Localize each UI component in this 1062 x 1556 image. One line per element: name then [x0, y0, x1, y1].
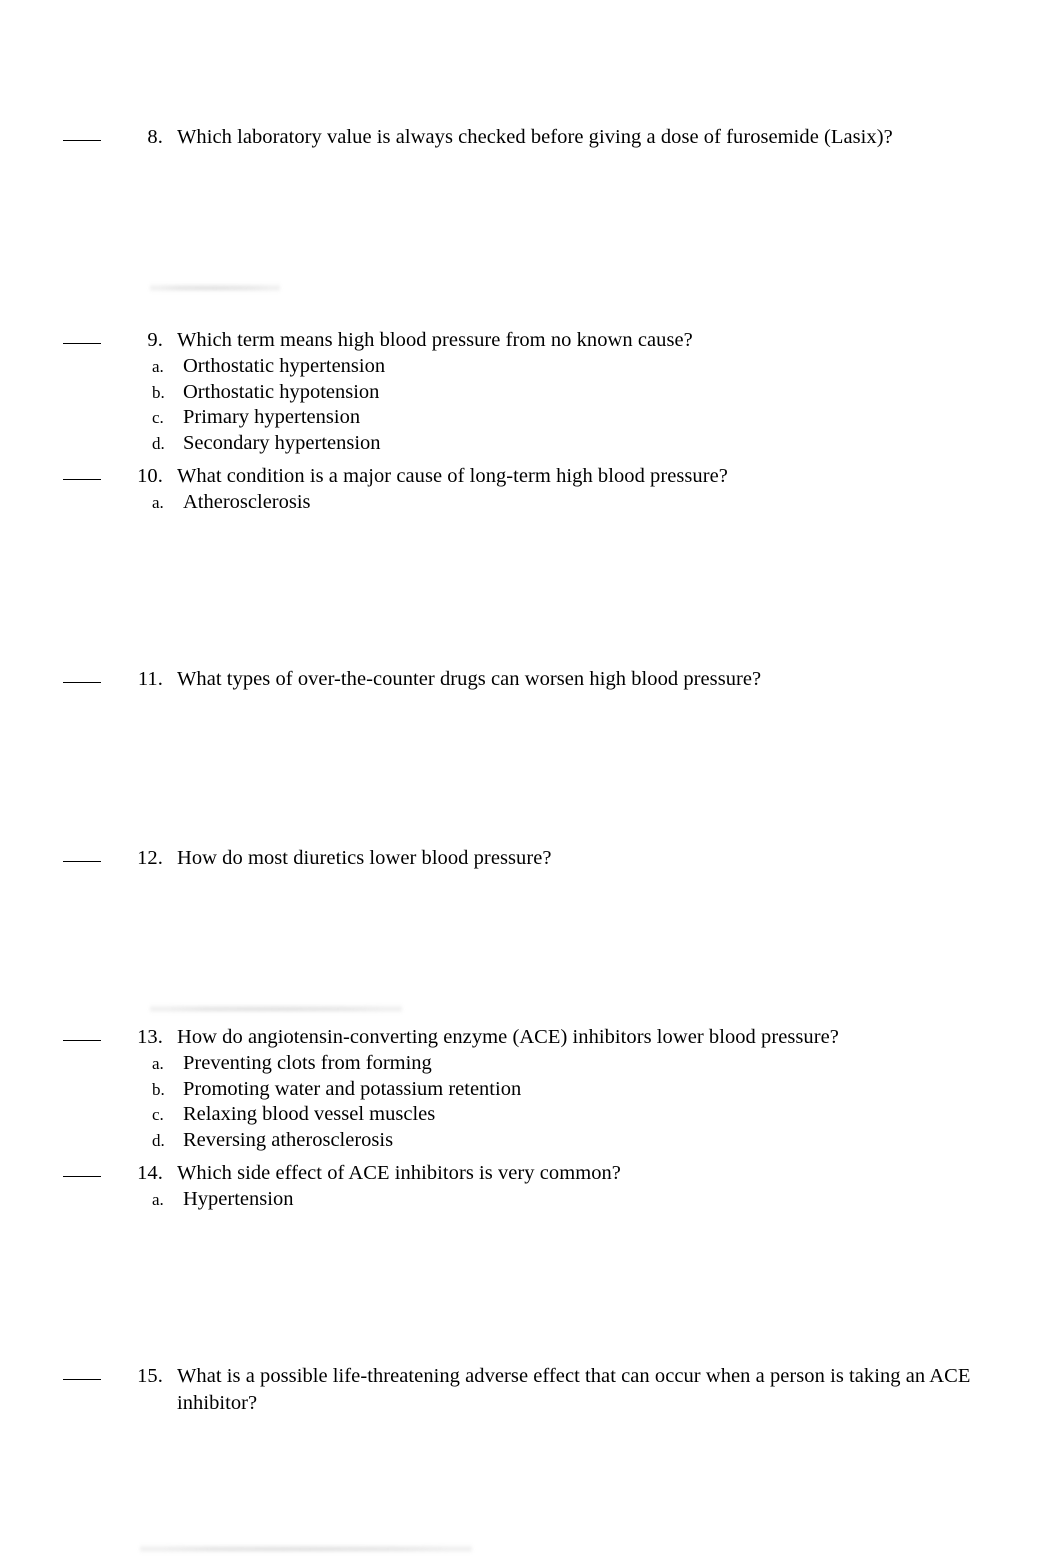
- option-text: Reversing atherosclerosis: [183, 1128, 394, 1151]
- question-row: 11. What types of over-the-counter drugs…: [0, 666, 1062, 693]
- answer-blank-14[interactable]: [63, 1176, 101, 1177]
- option-list-13: a. Preventing clots from forming b. Prom…: [0, 1051, 1062, 1153]
- answer-blank-11[interactable]: [63, 682, 101, 683]
- option-item[interactable]: b. Promoting water and potassium retenti…: [0, 1077, 1062, 1103]
- question-text-10: What condition is a major cause of long-…: [177, 465, 728, 487]
- option-item[interactable]: a. Orthostatic hypertension: [0, 354, 1062, 380]
- answer-blank-10[interactable]: [63, 479, 101, 480]
- question-block-12: 12. How do most diuretics lower blood pr…: [0, 845, 1062, 872]
- question-row: 13. How do angiotensin-converting enzyme…: [0, 1024, 1062, 1051]
- option-item[interactable]: a. Preventing clots from forming: [0, 1051, 1062, 1077]
- question-block-13: 13. How do angiotensin-converting enzyme…: [0, 1024, 1062, 1153]
- answer-blank-8[interactable]: [63, 140, 101, 141]
- question-block-10: 10. What condition is a major cause of l…: [0, 463, 1062, 516]
- option-text: Orthostatic hypertension: [183, 355, 386, 377]
- question-row: 12. How do most diuretics lower blood pr…: [0, 845, 1062, 872]
- option-list-10: a. Atherosclerosis: [0, 490, 1062, 516]
- option-letter: b.: [152, 1079, 165, 1099]
- question-number-10: 10.: [137, 465, 163, 487]
- question-number-14: 14.: [137, 1162, 163, 1184]
- question-row: 14. Which side effect of ACE inhibitors …: [0, 1160, 1062, 1187]
- option-item[interactable]: a. Atherosclerosis: [0, 490, 1062, 516]
- option-letter: a.: [152, 357, 164, 376]
- option-letter: c.: [152, 1105, 164, 1124]
- option-text: Relaxing blood vessel muscles: [183, 1103, 436, 1125]
- question-block-8: 8. Which laboratory value is always chec…: [0, 124, 1062, 151]
- erased-content-artifact-top: [150, 283, 280, 292]
- option-text: Secondary hypertension: [183, 431, 381, 454]
- option-letter: a.: [152, 1190, 164, 1209]
- option-item[interactable]: a. Hypertension: [0, 1187, 1062, 1213]
- question-row: 9. Which term means high blood pressure …: [0, 327, 1062, 354]
- option-text: Promoting water and potassium retention: [183, 1077, 522, 1100]
- option-letter: b.: [152, 382, 165, 402]
- option-item[interactable]: d. Secondary hypertension: [0, 431, 1062, 457]
- option-letter: a.: [152, 493, 164, 512]
- option-item[interactable]: d. Reversing atherosclerosis: [0, 1128, 1062, 1154]
- option-text: Atherosclerosis: [183, 491, 311, 513]
- question-text-14: Which side effect of ACE inhibitors is v…: [177, 1162, 621, 1184]
- erased-content-artifact-bottom: [140, 1544, 472, 1553]
- question-text-15: What is a possible life-threatening adve…: [177, 1365, 971, 1414]
- answer-blank-13[interactable]: [63, 1040, 101, 1041]
- option-list-14: a. Hypertension: [0, 1187, 1062, 1213]
- option-text: Orthostatic hypotension: [183, 380, 380, 403]
- question-number-12: 12.: [137, 847, 163, 869]
- option-item[interactable]: b. Orthostatic hypotension: [0, 380, 1062, 406]
- option-letter: d.: [152, 433, 165, 453]
- option-text: Primary hypertension: [183, 406, 361, 428]
- question-number-9: 9.: [147, 329, 163, 351]
- option-letter: d.: [152, 1130, 165, 1150]
- option-item[interactable]: c. Primary hypertension: [0, 405, 1062, 431]
- answer-blank-9[interactable]: [63, 343, 101, 344]
- question-block-11: 11. What types of over-the-counter drugs…: [0, 666, 1062, 693]
- answer-blank-15[interactable]: [63, 1379, 101, 1380]
- question-text-9: Which term means high blood pressure fro…: [177, 329, 693, 351]
- question-row: 10. What condition is a major cause of l…: [0, 463, 1062, 490]
- option-letter: c.: [152, 408, 164, 427]
- erased-content-artifact-middle: [150, 1004, 402, 1013]
- option-item[interactable]: c. Relaxing blood vessel muscles: [0, 1102, 1062, 1128]
- option-letter: a.: [152, 1054, 164, 1073]
- question-text-13: How do angiotensin-converting enzyme (AC…: [177, 1026, 839, 1048]
- question-block-15: 15. What is a possible life-threatening …: [0, 1363, 1062, 1417]
- question-number-15: 15.: [137, 1365, 163, 1387]
- option-text: Preventing clots from forming: [183, 1052, 432, 1074]
- question-number-8: 8.: [147, 126, 163, 148]
- question-text-8: Which laboratory value is always checked…: [177, 126, 893, 148]
- answer-blank-12[interactable]: [63, 861, 101, 862]
- document-page: 8. Which laboratory value is always chec…: [0, 0, 1062, 1556]
- question-number-13: 13.: [137, 1026, 163, 1048]
- question-block-14: 14. Which side effect of ACE inhibitors …: [0, 1160, 1062, 1213]
- question-number-11: 11.: [137, 668, 163, 690]
- question-row: 15. What is a possible life-threatening …: [0, 1363, 1062, 1417]
- option-text: Hypertension: [183, 1188, 294, 1210]
- option-list-9: a. Orthostatic hypertension b. Orthostat…: [0, 354, 1062, 456]
- question-row: 8. Which laboratory value is always chec…: [0, 124, 1062, 151]
- question-block-9: 9. Which term means high blood pressure …: [0, 327, 1062, 456]
- question-text-11: What types of over-the-counter drugs can…: [177, 668, 762, 690]
- question-text-12: How do most diuretics lower blood pressu…: [177, 847, 552, 869]
